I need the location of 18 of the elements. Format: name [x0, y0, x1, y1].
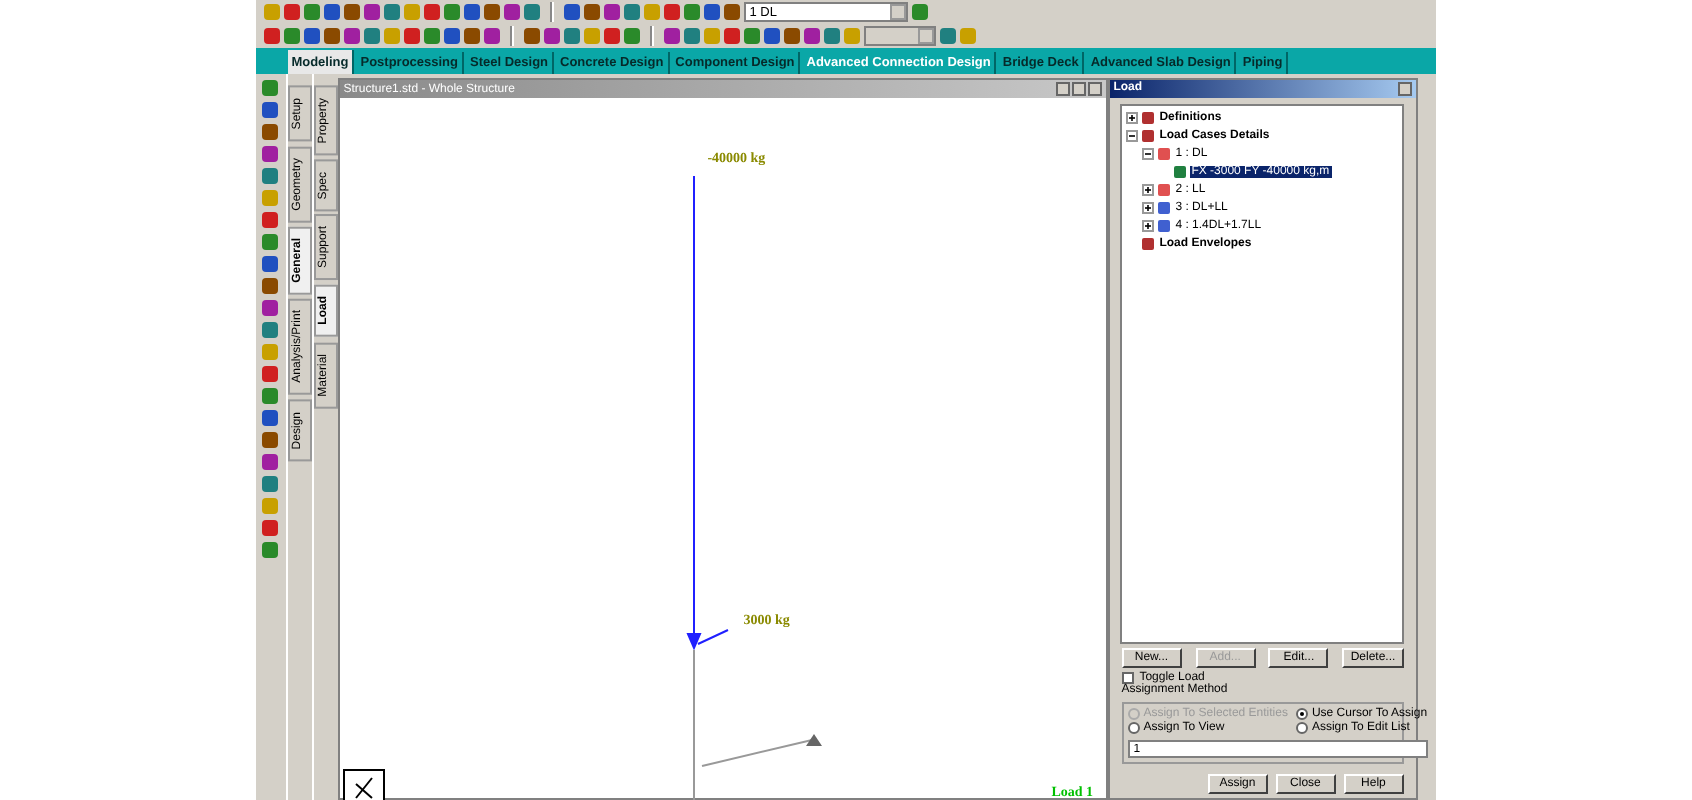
- radio-button[interactable]: [1295, 708, 1308, 720]
- minimize-button[interactable]: [1055, 82, 1070, 96]
- load-arrow: [686, 629, 729, 651]
- expand-icon[interactable]: [1141, 201, 1154, 214]
- maximize-button[interactable]: [1071, 82, 1086, 96]
- collapse-icon[interactable]: [1141, 147, 1154, 160]
- expand-icon[interactable]: [1141, 219, 1154, 232]
- support-icon: [805, 734, 822, 746]
- radio-button[interactable]: [1127, 722, 1140, 734]
- close-button[interactable]: [1087, 82, 1102, 96]
- dropdown[interactable]: [863, 26, 936, 46]
- expand-icon[interactable]: [1125, 111, 1138, 124]
- beam-member: [700, 739, 813, 767]
- collapse-icon[interactable]: [1125, 129, 1138, 142]
- close-button[interactable]: [1397, 81, 1412, 96]
- checkbox[interactable]: [1121, 672, 1134, 684]
- radio-button[interactable]: [1295, 722, 1308, 734]
- expand-icon[interactable]: [1141, 183, 1154, 196]
